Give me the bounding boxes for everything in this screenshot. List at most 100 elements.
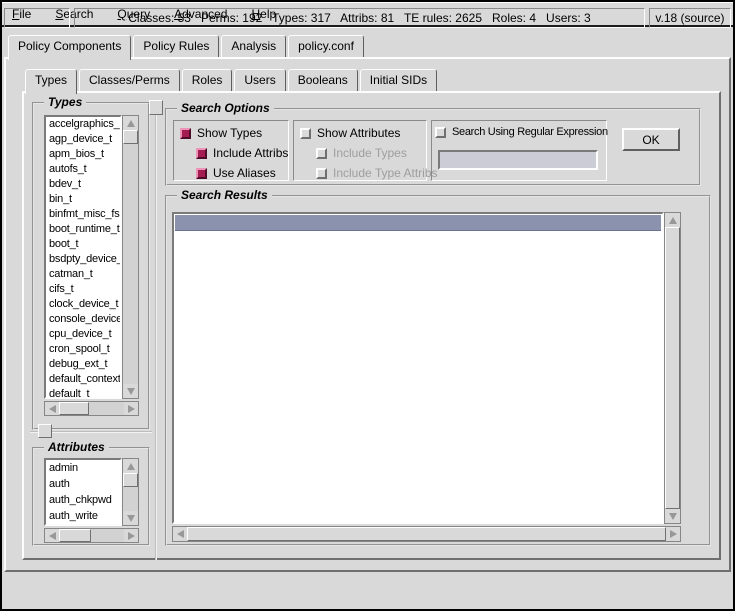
search-options-frame-label: Search Options [177,101,274,115]
regex-entry[interactable] [438,150,598,170]
scroll-down-arrow[interactable] [123,511,138,525]
checkbox-indicator [196,148,207,159]
main-tab-bar: Policy Components Policy Rules Analysis … [8,35,366,57]
types-list-item[interactable]: bin_t [46,192,120,207]
attributes-vertical-scrollbar[interactable] [122,458,139,526]
search-results-frame-label: Search Results [177,188,272,202]
checkbox-indicator [300,128,311,139]
scrollbar-thumb[interactable] [123,473,138,487]
tab-types[interactable]: Types [25,69,77,94]
ok-button[interactable]: OK [622,128,680,151]
types-list-item[interactable]: boot_runtime_t [46,222,120,237]
checkbox-indicator [435,127,446,138]
checkbox-include-types[interactable]: Include Types [316,146,407,160]
types-list-item[interactable]: bdev_t [46,177,120,192]
tab-roles[interactable]: Roles [182,69,233,91]
checkbox-show-types[interactable]: Show Types [180,126,262,140]
tab-policy-rules[interactable]: Policy Rules [133,35,219,57]
checkbox-include-type-attribs[interactable]: Include Type Attribs [316,166,438,180]
checkbox-label: Use Aliases [213,166,276,180]
checkbox-show-attributes[interactable]: Show Attributes [300,126,400,140]
scroll-left-arrow[interactable] [45,402,59,415]
attributes-listbox[interactable]: adminauthauth_chkpwdauth_write [44,458,122,526]
types-list-item[interactable]: default_context [46,372,120,387]
component-tab-bar: Types Classes/Perms Roles Users Booleans… [25,69,439,91]
types-list-item[interactable]: catman_t [46,267,120,282]
attributes-list-item[interactable]: admin [46,460,120,476]
checkbox-use-aliases[interactable]: Use Aliases [196,166,276,180]
types-list-item[interactable]: boot_t [46,237,120,252]
status-version: v.18 (source) [649,8,731,28]
checkbox-label: Include Type Attribs [333,166,438,180]
scrollbar-thumb[interactable] [59,402,89,415]
checkbox-regex-search[interactable]: Search Using Regular Expression [435,126,608,138]
scrollbar-thumb[interactable] [187,527,666,541]
checkbox-indicator [180,128,191,139]
main-pane-sash-handle[interactable] [149,100,163,115]
search-results-textarea[interactable] [172,212,664,524]
status-cell-empty [4,8,70,28]
scrollbar-thumb[interactable] [665,227,680,509]
types-list-item[interactable]: console_device_ [46,312,120,327]
scroll-right-arrow[interactable] [124,402,138,415]
types-list-item[interactable]: bsdpty_device_ [46,252,120,267]
scrollbar-trough[interactable] [89,402,124,415]
tab-users[interactable]: Users [234,69,285,91]
status-summary: Classes: 53 Perms: 192 Types: 317 Attrib… [74,8,645,28]
apol-window: File Search Query Advanced Help Policy C… [0,0,735,611]
status-bar: Classes: 53 Perms: 192 Types: 317 Attrib… [2,2,733,3]
scroll-left-arrow[interactable] [45,529,59,542]
tab-booleans[interactable]: Booleans [288,69,358,91]
scrollbar-thumb[interactable] [59,529,91,542]
types-vertical-scrollbar[interactable] [122,115,139,399]
tab-analysis[interactable]: Analysis [221,35,286,57]
types-list-item[interactable]: default_t [46,387,120,399]
results-horizontal-scrollbar[interactable] [172,526,681,542]
tab-policy-components[interactable]: Policy Components [8,35,131,60]
checkbox-indicator [316,148,327,159]
types-frame-label: Types [44,95,86,109]
checkbox-indicator [196,168,207,179]
attributes-list-item[interactable]: auth_write [46,508,120,524]
scrollbar-trough[interactable] [91,529,124,542]
scrollbar-trough[interactable] [123,487,138,511]
scroll-down-arrow[interactable] [123,384,138,398]
types-list-item[interactable]: agp_device_t [46,132,120,147]
checkbox-include-attribs[interactable]: Include Attribs [196,146,288,160]
scroll-right-arrow[interactable] [124,529,138,542]
scroll-up-arrow[interactable] [123,459,138,473]
types-horizontal-scrollbar[interactable] [44,401,139,416]
scroll-up-arrow[interactable] [665,213,680,227]
main-pane-sash-line [155,102,157,560]
checkbox-label: Show Attributes [317,126,400,140]
results-vertical-scrollbar[interactable] [664,212,681,524]
types-list-item[interactable]: autofs_t [46,162,120,177]
checkbox-label: Show Types [197,126,262,140]
attributes-list-item[interactable]: auth_chkpwd [46,492,120,508]
types-list-item[interactable]: binfmt_misc_fs [46,207,120,222]
attributes-list-item[interactable]: auth [46,476,120,492]
types-list-item[interactable]: clock_device_t [46,297,120,312]
scroll-up-arrow[interactable] [123,116,138,130]
checkbox-label: Include Attribs [213,146,288,160]
scroll-left-arrow[interactable] [173,527,187,541]
types-list-item[interactable]: accelgraphics_e [46,117,120,132]
tab-initial-sids[interactable]: Initial SIDs [360,69,437,91]
attributes-horizontal-scrollbar[interactable] [44,528,139,543]
tab-policy-conf[interactable]: policy.conf [288,35,364,57]
scroll-right-arrow[interactable] [666,527,680,541]
types-list-item[interactable]: apm_bios_t [46,147,120,162]
types-list-item[interactable]: cron_spool_t [46,342,120,357]
scrollbar-thumb[interactable] [123,130,138,144]
checkbox-label: Include Types [333,146,407,160]
scrollbar-trough[interactable] [123,144,138,384]
checkbox-indicator [316,168,327,179]
left-pane-sash-handle[interactable] [38,424,52,438]
types-listbox[interactable]: accelgraphics_eagp_device_tapm_bios_taut… [44,115,122,399]
types-list-item[interactable]: cpu_device_t [46,327,120,342]
types-list-item[interactable]: cifs_t [46,282,120,297]
tab-classes-perms[interactable]: Classes/Perms [79,69,180,91]
types-list-item[interactable]: debug_ext_t [46,357,120,372]
selected-line-highlight [175,215,661,231]
scroll-down-arrow[interactable] [665,509,680,523]
